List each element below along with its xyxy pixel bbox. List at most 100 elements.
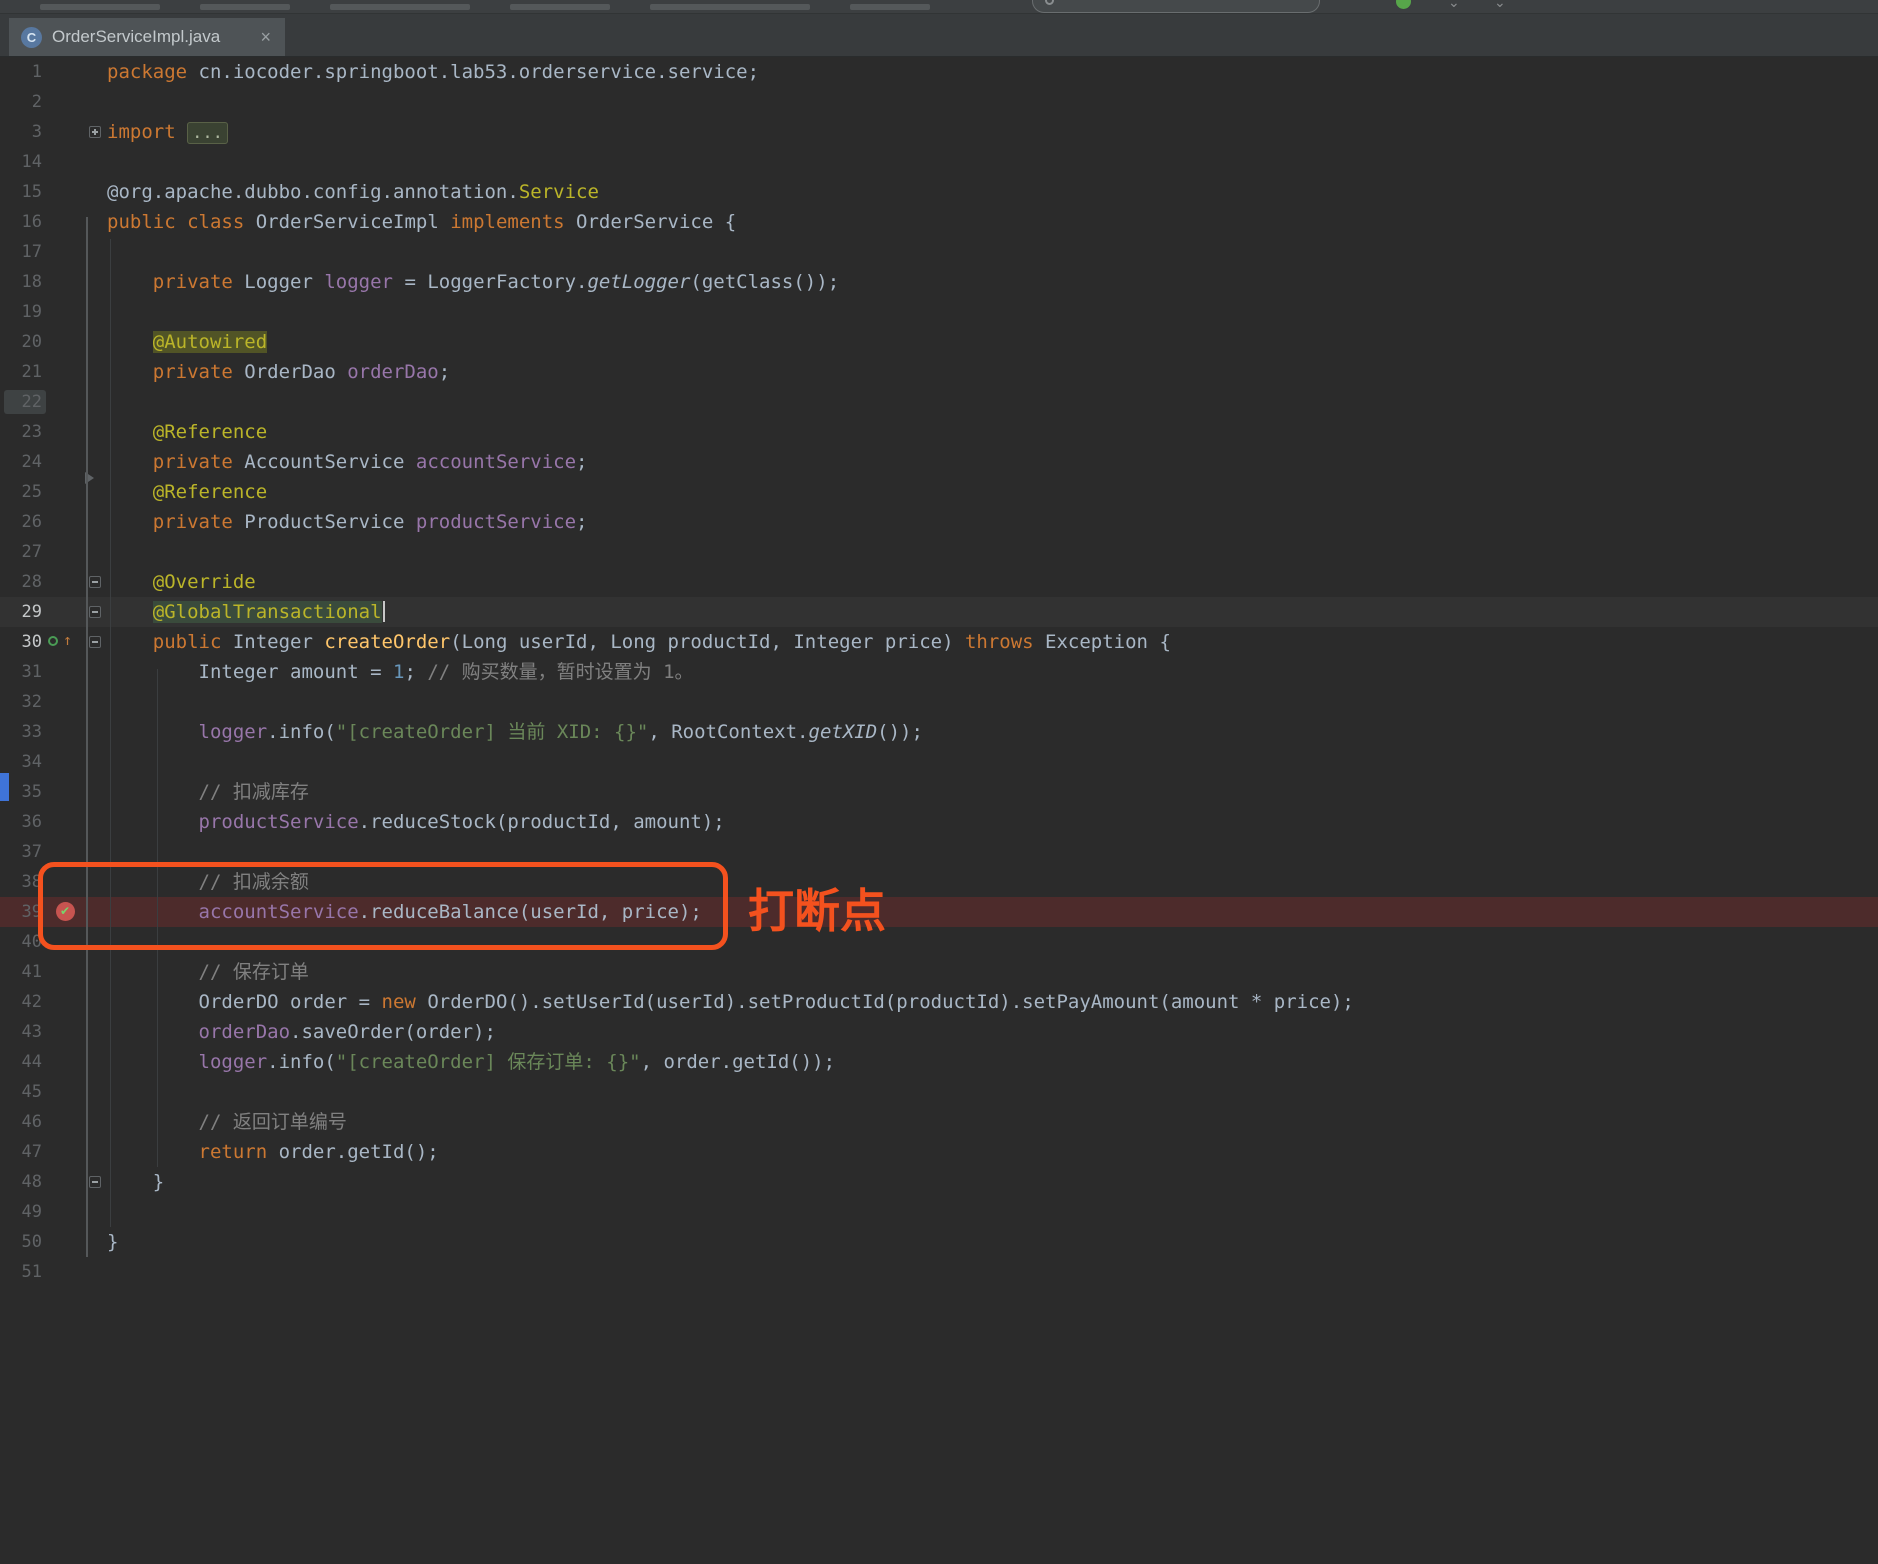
editor-line-27[interactable]: 27 <box>0 537 1878 567</box>
editor-line-49[interactable]: 49 <box>0 1197 1878 1227</box>
code-line[interactable]: public class OrderServiceImpl implements… <box>106 207 1878 237</box>
fold-marker-icon[interactable] <box>89 636 101 648</box>
editor-line-14[interactable]: 14 <box>0 147 1878 177</box>
line-number[interactable]: 14 <box>0 147 42 177</box>
gutter[interactable]: 50 <box>0 1227 106 1257</box>
line-number[interactable]: 33 <box>0 717 42 747</box>
code-line[interactable] <box>106 537 1878 567</box>
editor-line-37[interactable]: 37 <box>0 837 1878 867</box>
gutter[interactable]: 30↑ <box>0 627 106 657</box>
gutter[interactable]: 17 <box>0 237 106 267</box>
editor-line-38[interactable]: 38 // 扣减余额 <box>0 867 1878 897</box>
editor-line-40[interactable]: 40 <box>0 927 1878 957</box>
code-line[interactable] <box>106 87 1878 117</box>
gutter[interactable]: 34 <box>0 747 106 777</box>
line-number[interactable]: 16 <box>0 207 42 237</box>
gutter[interactable]: 35 <box>0 777 106 807</box>
code-line[interactable]: import ... <box>106 117 1878 147</box>
editor-line-33[interactable]: 33 logger.info("[createOrder] 当前 XID: {}… <box>0 717 1878 747</box>
code-line[interactable]: private AccountService accountService; <box>106 447 1878 477</box>
line-number[interactable]: 19 <box>0 297 42 327</box>
editor-line-2[interactable]: 2 <box>0 87 1878 117</box>
line-number[interactable]: 3 <box>0 117 42 147</box>
gutter[interactable]: 38 <box>0 867 106 897</box>
breakpoint-icon[interactable]: ✔ <box>56 902 75 921</box>
editor-line-20[interactable]: 20 @Autowired <box>0 327 1878 357</box>
line-number[interactable]: 15 <box>0 177 42 207</box>
line-number[interactable]: 44 <box>0 1047 42 1077</box>
line-number[interactable]: 26 <box>0 507 42 537</box>
line-number[interactable]: 48 <box>0 1167 42 1197</box>
gutter[interactable]: 51 <box>0 1257 106 1287</box>
line-number[interactable]: 27 <box>0 537 42 567</box>
code-line[interactable]: accountService.reduceBalance(userId, pri… <box>106 897 1878 927</box>
code-editor[interactable]: 1package cn.iocoder.springboot.lab53.ord… <box>0 57 1878 1564</box>
line-number[interactable]: 39 <box>0 897 42 927</box>
gutter[interactable]: 22 <box>0 387 106 417</box>
chevron-down-icon[interactable]: ⌄ <box>1494 0 1506 11</box>
line-number[interactable]: 36 <box>0 807 42 837</box>
code-line[interactable] <box>106 927 1878 957</box>
gutter[interactable]: 32 <box>0 687 106 717</box>
line-number[interactable]: 32 <box>0 687 42 717</box>
line-number[interactable]: 20 <box>0 327 42 357</box>
code-line[interactable]: return order.getId(); <box>106 1137 1878 1167</box>
editor-line-25[interactable]: 25 @Reference <box>0 477 1878 507</box>
gutter[interactable]: 49 <box>0 1197 106 1227</box>
editor-line-3[interactable]: 3 import ... <box>0 117 1878 147</box>
gutter[interactable]: 48 <box>0 1167 106 1197</box>
line-number[interactable]: 22 <box>0 387 42 417</box>
gutter[interactable]: 25 <box>0 477 106 507</box>
editor-line-34[interactable]: 34 <box>0 747 1878 777</box>
editor-line-23[interactable]: 23 @Reference <box>0 417 1878 447</box>
code-line[interactable]: @Reference <box>106 417 1878 447</box>
code-line[interactable] <box>106 1257 1878 1287</box>
fold-marker-icon[interactable] <box>89 126 101 138</box>
code-line[interactable]: productService.reduceStock(productId, am… <box>106 807 1878 837</box>
line-number[interactable]: 2 <box>0 87 42 117</box>
editor-line-1[interactable]: 1package cn.iocoder.springboot.lab53.ord… <box>0 57 1878 87</box>
editor-line-43[interactable]: 43 orderDao.saveOrder(order); <box>0 1017 1878 1047</box>
code-line[interactable]: private OrderDao orderDao; <box>106 357 1878 387</box>
code-line[interactable]: logger.info("[createOrder] 当前 XID: {}", … <box>106 717 1878 747</box>
line-number[interactable]: 51 <box>0 1257 42 1287</box>
line-number[interactable]: 31 <box>0 657 42 687</box>
gutter[interactable]: 16 <box>0 207 106 237</box>
line-number[interactable]: 21 <box>0 357 42 387</box>
search-input[interactable] <box>1032 0 1320 13</box>
code-line[interactable]: OrderDO order = new OrderDO().setUserId(… <box>106 987 1878 1017</box>
editor-line-15[interactable]: 15@org.apache.dubbo.config.annotation.Se… <box>0 177 1878 207</box>
line-number[interactable]: 47 <box>0 1137 42 1167</box>
gutter[interactable]: 46 <box>0 1107 106 1137</box>
line-number[interactable]: 25 <box>0 477 42 507</box>
line-number[interactable]: 18 <box>0 267 42 297</box>
editor-line-41[interactable]: 41 // 保存订单 <box>0 957 1878 987</box>
editor-line-32[interactable]: 32 <box>0 687 1878 717</box>
code-line[interactable] <box>106 1077 1878 1107</box>
chevron-down-icon[interactable]: ⌄ <box>1448 0 1460 11</box>
code-line[interactable] <box>106 297 1878 327</box>
gutter[interactable]: 45 <box>0 1077 106 1107</box>
gutter[interactable]: 21 <box>0 357 106 387</box>
editor-line-50[interactable]: 50} <box>0 1227 1878 1257</box>
gutter[interactable]: 40 <box>0 927 106 957</box>
code-line[interactable]: package cn.iocoder.springboot.lab53.orde… <box>106 57 1878 87</box>
line-number[interactable]: 29 <box>0 597 42 627</box>
tab-orderserviceimpl[interactable]: C OrderServiceImpl.java × <box>9 18 285 56</box>
editor-line-48[interactable]: 48 } <box>0 1167 1878 1197</box>
editor-line-29[interactable]: 29 @GlobalTransactional <box>0 597 1878 627</box>
gutter[interactable]: 23 <box>0 417 106 447</box>
editor-line-24[interactable]: 24 private AccountService accountService… <box>0 447 1878 477</box>
gutter[interactable]: 43 <box>0 1017 106 1047</box>
gutter[interactable]: 37 <box>0 837 106 867</box>
gutter[interactable]: 3 <box>0 117 106 147</box>
code-line[interactable]: @Autowired <box>106 327 1878 357</box>
gutter[interactable]: 44 <box>0 1047 106 1077</box>
code-line[interactable]: logger.info("[createOrder] 保存订单: {}", or… <box>106 1047 1878 1077</box>
line-number[interactable]: 49 <box>0 1197 42 1227</box>
code-line[interactable] <box>106 747 1878 777</box>
code-line[interactable]: @Override <box>106 567 1878 597</box>
code-line[interactable]: // 返回订单编号 <box>106 1107 1878 1137</box>
editor-line-46[interactable]: 46 // 返回订单编号 <box>0 1107 1878 1137</box>
gutter[interactable]: 39 ✔ <box>0 897 106 927</box>
